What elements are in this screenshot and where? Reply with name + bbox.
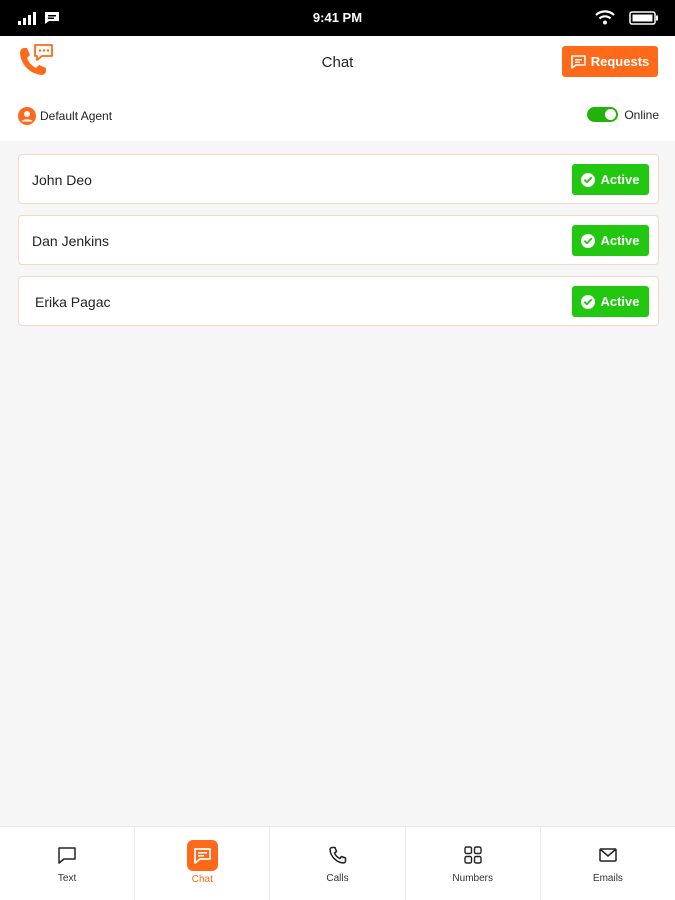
contact-name: Erika Pagac bbox=[35, 294, 111, 310]
phone-icon bbox=[328, 846, 346, 864]
status-bar: 9:41 PM bbox=[0, 0, 675, 36]
status-label: Active bbox=[600, 172, 640, 187]
grid-icon bbox=[464, 846, 482, 864]
app-header: Chat Requests bbox=[0, 36, 675, 89]
status-label: Active bbox=[600, 294, 640, 309]
chat-list: John Deo Active Dan Jenkins Active Erika… bbox=[18, 154, 659, 337]
online-label: Online bbox=[624, 107, 659, 122]
nav-chat[interactable]: Chat bbox=[135, 827, 271, 900]
nav-emails-label: Emails bbox=[592, 873, 623, 884]
agent-selector[interactable]: Default Agent bbox=[18, 107, 112, 125]
nav-calls[interactable]: Calls bbox=[270, 827, 406, 900]
requests-label: Requests bbox=[590, 54, 650, 69]
contact-name: John Deo bbox=[32, 172, 92, 188]
status-badge: Active bbox=[572, 286, 649, 317]
nav-numbers-label: Numbers bbox=[452, 873, 493, 884]
message-square-icon bbox=[58, 847, 76, 864]
requests-button[interactable]: Requests bbox=[562, 46, 658, 77]
battery-icon bbox=[629, 10, 658, 25]
nav-numbers[interactable]: Numbers bbox=[406, 827, 541, 900]
chat-list-item[interactable]: Dan Jenkins Active bbox=[18, 215, 659, 265]
status-label: Active bbox=[600, 233, 640, 248]
chat-bubble-icon bbox=[193, 847, 211, 864]
requests-icon bbox=[570, 54, 586, 69]
user-icon bbox=[18, 107, 36, 125]
agent-bar: Default Agent Online bbox=[0, 89, 675, 141]
chat-list-item[interactable]: John Deo Active bbox=[18, 154, 659, 204]
nav-chat-label: Chat bbox=[191, 874, 213, 885]
nav-text[interactable]: Text bbox=[0, 827, 136, 900]
check-circle-icon bbox=[581, 233, 596, 248]
status-badge: Active bbox=[572, 164, 649, 195]
nav-text-label: Text bbox=[57, 873, 77, 884]
status-badge: Active bbox=[572, 225, 649, 256]
nav-calls-label: Calls bbox=[326, 873, 349, 884]
wifi-icon bbox=[595, 10, 615, 25]
contact-name: Dan Jenkins bbox=[32, 233, 110, 249]
online-status: Online bbox=[587, 107, 659, 122]
chat-list-item[interactable]: Erika Pagac Active bbox=[18, 276, 659, 326]
mail-icon bbox=[599, 848, 617, 862]
check-circle-icon bbox=[581, 294, 596, 309]
bottom-nav: Text Chat Calls Numbers Emails bbox=[0, 826, 675, 900]
nav-emails[interactable]: Emails bbox=[541, 827, 675, 900]
online-toggle[interactable] bbox=[587, 107, 619, 122]
agent-name: Default Agent bbox=[40, 109, 113, 123]
status-time: 9:41 PM bbox=[312, 10, 363, 25]
check-circle-icon bbox=[581, 172, 596, 187]
